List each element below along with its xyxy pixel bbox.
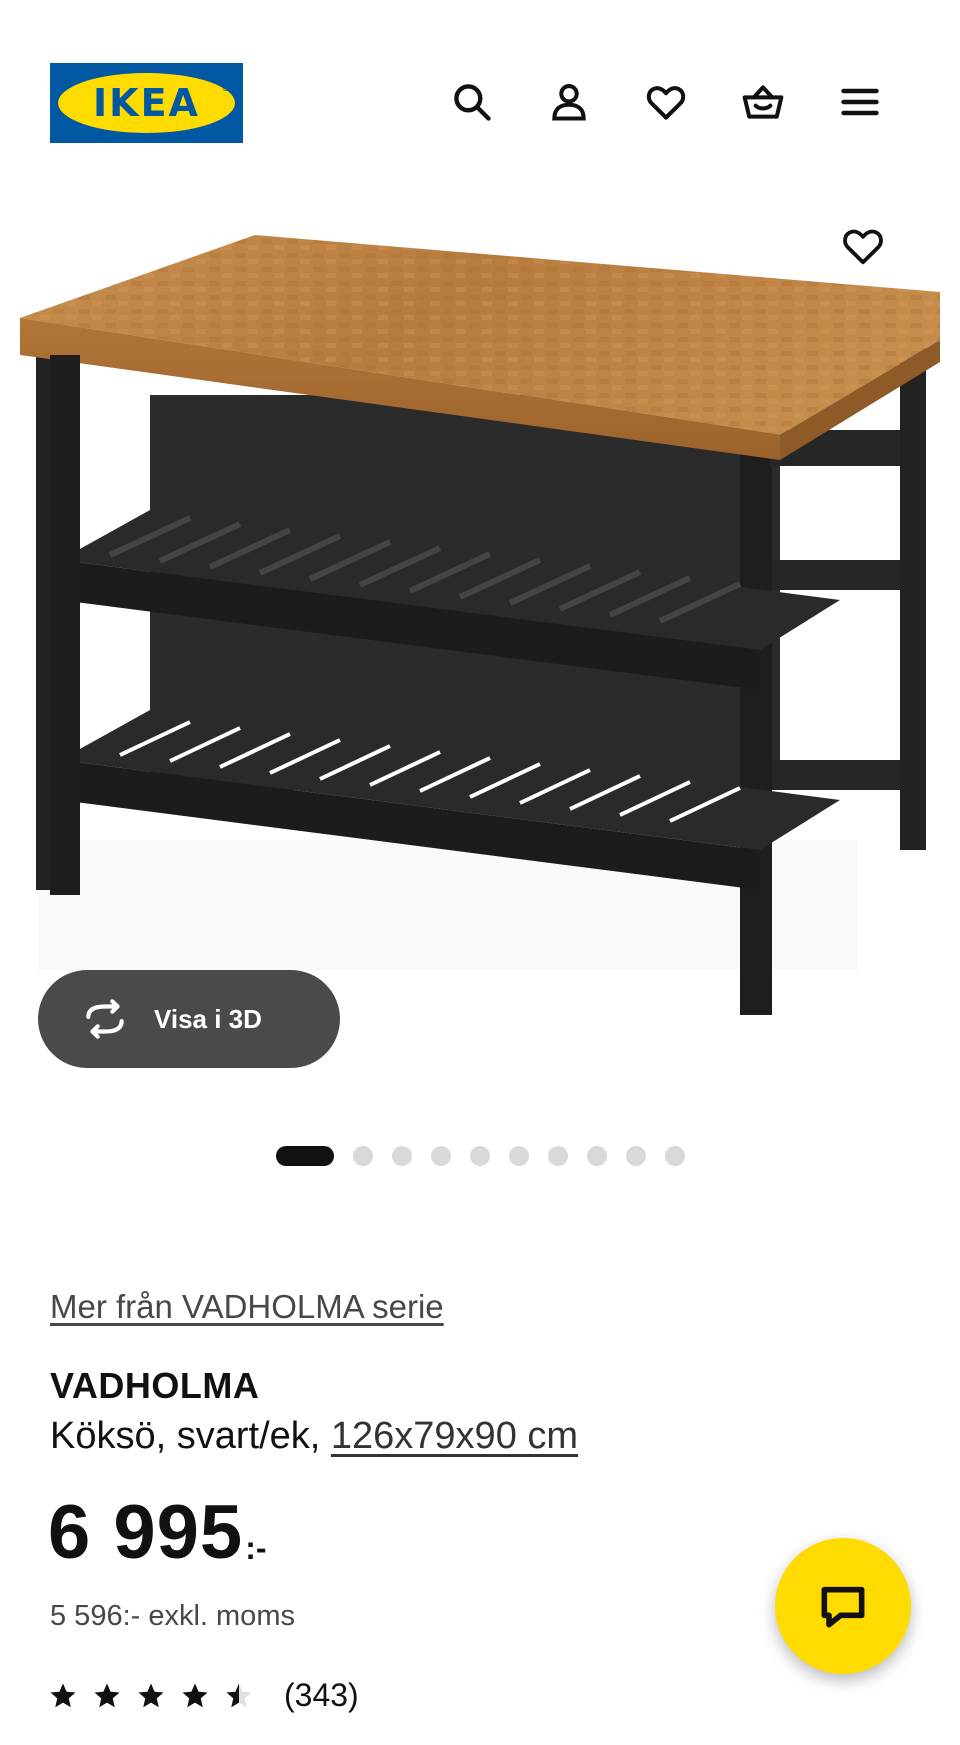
carousel-dot[interactable]: [469, 1146, 490, 1166]
star-icon: [94, 1683, 120, 1707]
chat-button[interactable]: [775, 1538, 911, 1674]
chat-icon: [821, 1586, 865, 1628]
product-type-text: Köksö, svart/ek,: [50, 1415, 331, 1457]
carousel-dot[interactable]: [430, 1146, 451, 1166]
image-carousel-dots: [0, 1145, 960, 1167]
carousel-dot[interactable]: [547, 1146, 568, 1166]
price-suffix: :-: [245, 1530, 267, 1566]
carousel-dot[interactable]: [508, 1146, 529, 1166]
account-icon[interactable]: [545, 78, 593, 126]
logo-wordmark: IKEA: [93, 81, 200, 125]
review-count[interactable]: (343): [284, 1677, 359, 1714]
product-description: Köksö, svart/ek, 126x79x90 cm: [50, 1415, 578, 1458]
menu-icon[interactable]: [836, 78, 884, 126]
rotate-3d-icon: [86, 999, 124, 1039]
product-price: 6 995 :-: [48, 1495, 267, 1571]
star-icon: [182, 1683, 208, 1707]
carousel-dot[interactable]: [352, 1146, 373, 1166]
rating-stars: [48, 1681, 254, 1711]
price-amount: 6 995: [48, 1490, 244, 1575]
series-link[interactable]: Mer från VADHOLMA serie: [50, 1288, 444, 1326]
product-size-link[interactable]: 126x79x90 cm: [331, 1415, 578, 1457]
logo-registered-mark: ®: [222, 83, 229, 93]
carousel-dot[interactable]: [664, 1146, 685, 1166]
carousel-dot[interactable]: [586, 1146, 607, 1166]
carousel-dot[interactable]: [391, 1146, 412, 1166]
price-excl-vat: 5 596:- exkl. moms: [50, 1600, 295, 1632]
carousel-dot[interactable]: [275, 1146, 334, 1166]
search-icon[interactable]: [448, 78, 496, 126]
header: IKEA ®: [0, 0, 960, 160]
cart-icon[interactable]: [739, 78, 787, 126]
product-rating[interactable]: (343): [48, 1677, 359, 1714]
carousel-dot[interactable]: [625, 1146, 646, 1166]
product-image[interactable]: [0, 180, 960, 1080]
favorites-icon[interactable]: [642, 78, 690, 126]
ikea-logo[interactable]: IKEA ®: [50, 63, 243, 143]
star-icon: [226, 1683, 252, 1707]
product-name: VADHOLMA: [50, 1365, 260, 1406]
view-in-3d-button[interactable]: Visa i 3D: [38, 970, 340, 1068]
save-favorite-icon[interactable]: [837, 220, 889, 272]
view-in-3d-label: Visa i 3D: [154, 1003, 262, 1034]
star-icon: [138, 1683, 164, 1707]
star-icon: [50, 1683, 76, 1707]
